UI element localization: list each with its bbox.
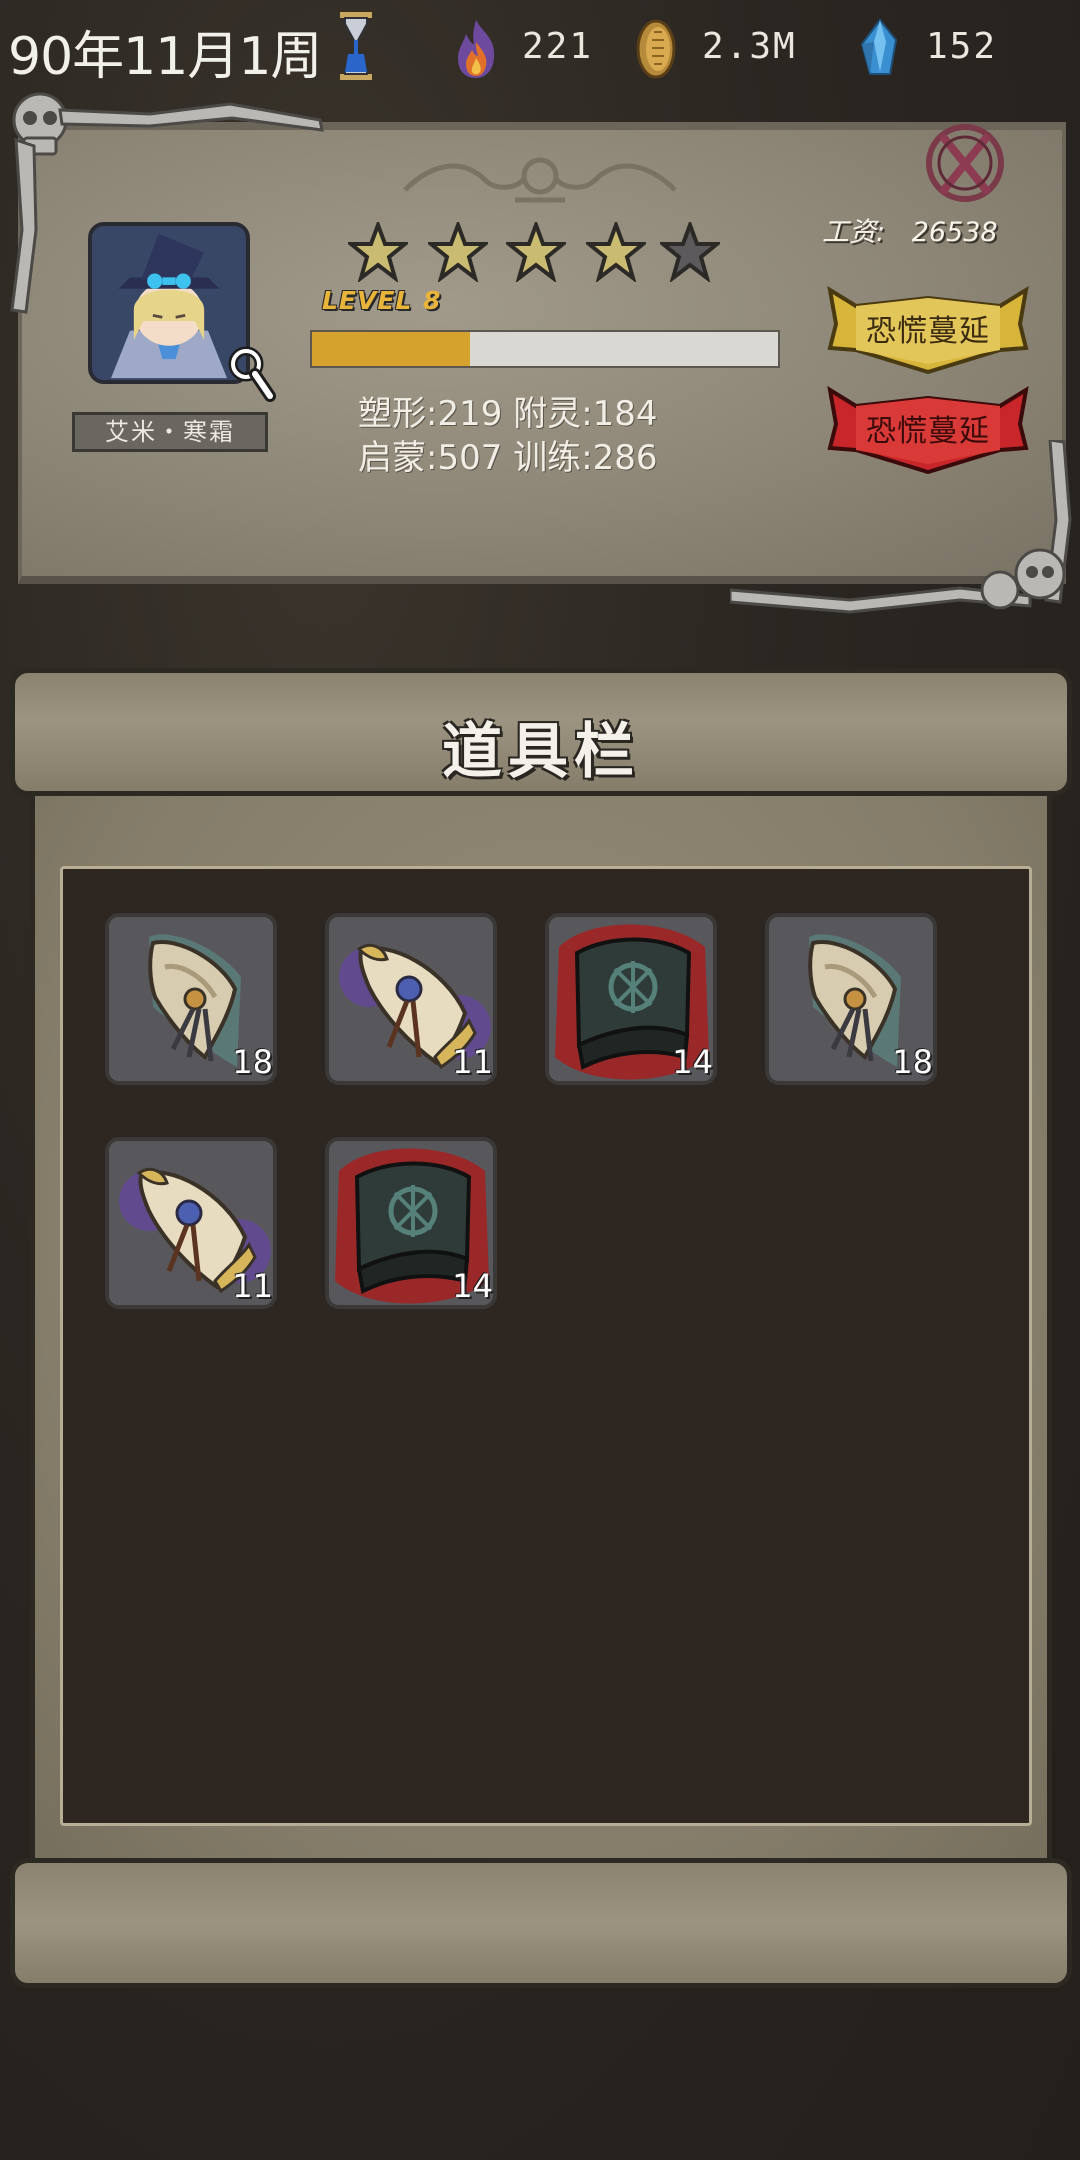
status-bar: 90年11月1周 221 2.3M 152 — [0, 0, 1080, 95]
inventory-slot[interactable]: 11 — [325, 913, 497, 1085]
salary: 工资: 26538 — [822, 210, 998, 249]
hourglass-icon[interactable] — [338, 10, 374, 82]
inventory-title: 道具栏 — [442, 717, 640, 787]
crystal-icon — [860, 18, 898, 75]
star-filled-icon — [506, 222, 566, 282]
star-filled-icon — [428, 222, 488, 282]
level-value: 8 — [423, 286, 441, 315]
crystal-value: 152 — [926, 26, 998, 67]
stat-colon: : — [581, 438, 593, 478]
scroll-footer — [10, 1858, 1072, 1988]
coin-icon — [636, 19, 676, 79]
panic-spread-label: 恐慌蔓延 — [866, 314, 990, 349]
salary-label: 工资: — [822, 217, 886, 248]
stats-row-1: 塑形:219 附灵:184 — [358, 386, 658, 435]
scroll-header: 道具栏 — [10, 668, 1072, 796]
magnify-icon[interactable] — [228, 346, 276, 402]
game-screen: 90年11月1周 221 2.3M 152 艾米・寒霜 LEVEL 8 塑形:2… — [0, 0, 1080, 2160]
panic-spread-button-red[interactable]: 恐慌蔓延 — [826, 384, 1030, 474]
stat-value-enchant: 184 — [592, 394, 658, 434]
level-label: LEVEL — [322, 286, 413, 315]
fire-icon — [458, 20, 495, 78]
panel-ornament-icon — [403, 157, 677, 203]
inventory-slot[interactable]: 14 — [325, 1137, 497, 1309]
panic-spread-label: 恐慌蔓延 — [866, 414, 990, 449]
inventory-slot[interactable]: 18 — [105, 913, 277, 1085]
experience-fill — [312, 332, 471, 366]
character-name: 艾米・寒霜 — [72, 412, 268, 452]
stat-colon: : — [426, 438, 438, 478]
stat-value-shaping: 219 — [437, 394, 503, 434]
game-date: 90年11月1周 — [8, 27, 322, 87]
character-portrait[interactable] — [88, 222, 250, 384]
salary-value: 26538 — [911, 217, 998, 248]
inventory-grid: 18 11 14 18 11 14 — [60, 866, 1032, 1826]
inventory-slot[interactable]: 14 — [545, 913, 717, 1085]
item-count: 18 — [892, 1043, 933, 1081]
inventory-scroll: 道具栏 18 11 14 18 11 14 — [10, 668, 1072, 1988]
stat-colon: : — [426, 394, 438, 434]
experience-bar — [310, 330, 780, 368]
stat-label-enchant: 附灵 — [513, 394, 582, 434]
star-filled-icon — [348, 222, 408, 282]
star-rating — [348, 222, 728, 286]
stats-row-2: 启蒙:507 训练:286 — [358, 430, 658, 479]
inventory-slot[interactable]: 18 — [765, 913, 937, 1085]
stat-label-training: 训练 — [513, 438, 582, 478]
item-count: 14 — [672, 1043, 713, 1081]
item-count: 11 — [452, 1043, 493, 1081]
item-count: 18 — [232, 1043, 273, 1081]
stat-value-training: 286 — [592, 438, 658, 478]
witch-avatar-icon — [92, 226, 246, 380]
item-count: 14 — [452, 1267, 493, 1305]
gold-value: 2.3M — [702, 26, 797, 67]
star-empty-icon — [660, 222, 720, 282]
inventory-slot[interactable]: 11 — [105, 1137, 277, 1309]
stat-label-shaping: 塑形 — [358, 394, 426, 434]
stat-value-enlighten: 507 — [437, 438, 503, 478]
panic-spread-button-gold[interactable]: 恐慌蔓延 — [826, 284, 1030, 374]
star-filled-icon — [586, 222, 646, 282]
soul-fire-value: 221 — [522, 26, 594, 67]
dismiss-sigil-icon[interactable] — [920, 120, 1010, 206]
item-count: 11 — [232, 1267, 273, 1305]
stat-label-enlighten: 启蒙 — [358, 438, 426, 478]
stat-colon: : — [581, 394, 593, 434]
